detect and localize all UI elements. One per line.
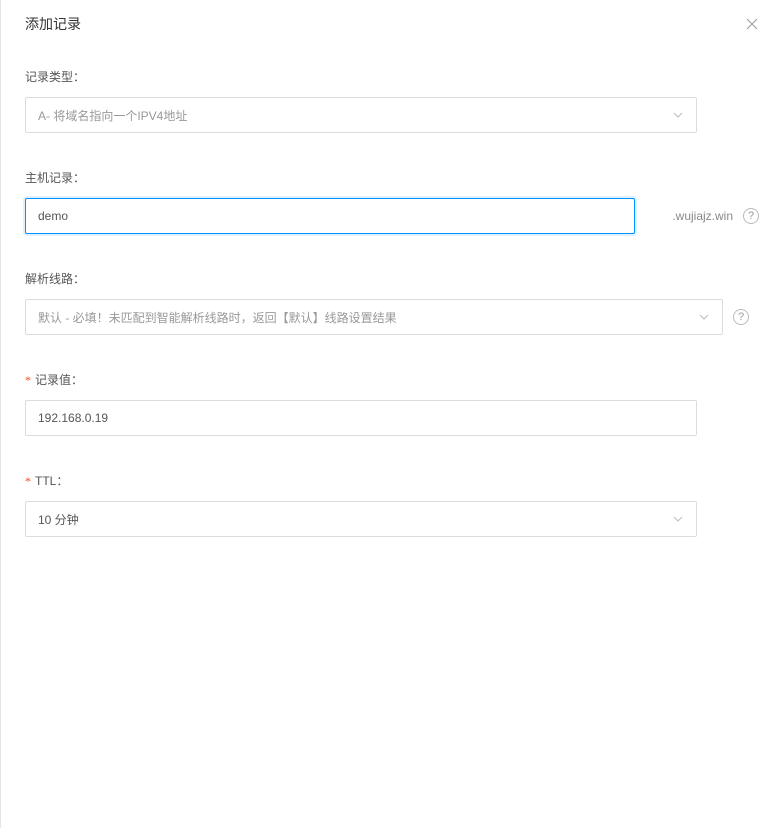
ttl-value: 10 分钟 <box>38 511 672 528</box>
resolve-line-value: 默认 - 必填！未匹配到智能解析线路时，返回【默认】线路设置结果 <box>38 309 698 326</box>
record-value-label-text: 记录值： <box>35 373 83 387</box>
host-record-input-wrapper[interactable] <box>25 198 635 234</box>
host-record-label: 主机记录： <box>25 169 759 186</box>
dialog-title: 添加记录 <box>25 14 81 34</box>
record-type-label: 记录类型： <box>25 68 759 85</box>
dialog-body: 记录类型： A- 将域名指向一个IPV4地址 主机记录： <box>1 48 783 537</box>
record-type-select[interactable]: A- 将域名指向一个IPV4地址 <box>25 97 697 133</box>
record-value-label: *记录值： <box>25 371 759 388</box>
ttl-label: *TTL： <box>25 472 759 489</box>
field-host-record: 主机记录： .wujiajz.win ? <box>25 169 759 234</box>
record-value-input[interactable] <box>38 401 684 435</box>
field-resolve-line: 解析线路： 默认 - 必填！未匹配到智能解析线路时，返回【默认】线路设置结果 ? <box>25 270 759 335</box>
close-icon[interactable] <box>745 17 759 31</box>
help-icon[interactable]: ? <box>743 208 759 224</box>
record-value-input-wrapper[interactable] <box>25 400 697 436</box>
field-record-type: 记录类型： A- 将域名指向一个IPV4地址 <box>25 68 759 133</box>
resolve-line-label: 解析线路： <box>25 270 759 287</box>
record-type-value: A- 将域名指向一个IPV4地址 <box>38 107 672 124</box>
help-icon[interactable]: ? <box>733 309 749 325</box>
host-record-input[interactable] <box>38 199 622 233</box>
chevron-down-icon <box>672 513 684 525</box>
field-record-value: *记录值： <box>25 371 759 436</box>
field-ttl: *TTL： 10 分钟 <box>25 472 759 537</box>
dialog-header: 添加记录 <box>1 0 783 48</box>
add-record-dialog: 添加记录 记录类型： A- 将域名指向一个IPV4地址 主机 <box>1 0 783 828</box>
domain-suffix: .wujiajz.win <box>672 209 733 223</box>
ttl-select[interactable]: 10 分钟 <box>25 501 697 537</box>
chevron-down-icon <box>698 311 710 323</box>
ttl-label-text: TTL： <box>35 474 68 488</box>
chevron-down-icon <box>672 109 684 121</box>
resolve-line-select[interactable]: 默认 - 必填！未匹配到智能解析线路时，返回【默认】线路设置结果 <box>25 299 723 335</box>
